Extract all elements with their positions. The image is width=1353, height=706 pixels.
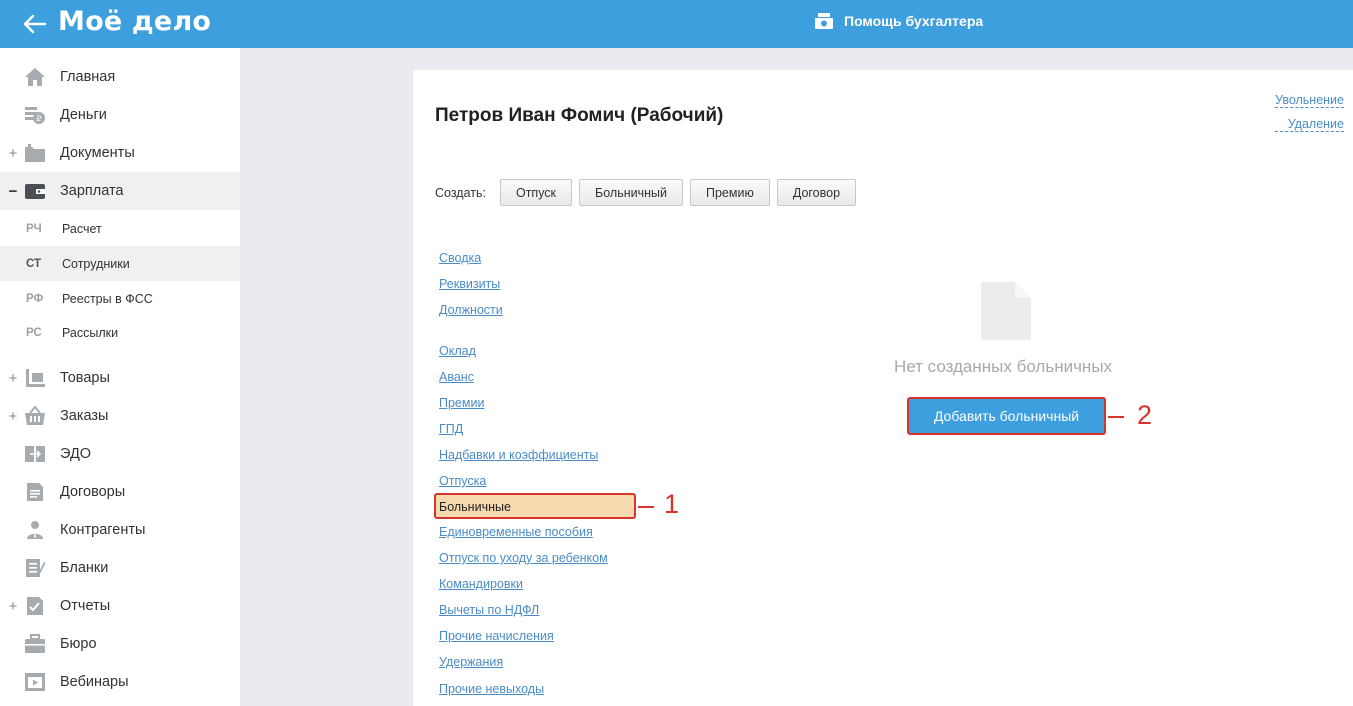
folder-icon (25, 144, 45, 162)
sidebar-item-label: Отчеты (60, 598, 111, 614)
tab-other-absences[interactable]: Прочие невыходы (439, 682, 544, 696)
sidebar-item-label: Заказы (60, 408, 109, 424)
briefcase-icon (25, 634, 45, 653)
expand-toggle[interactable]: + (8, 408, 18, 425)
sidebar-item-blanks[interactable]: Бланки (0, 549, 240, 587)
sidebar-subitem-calc[interactable]: РЧ Расчет (0, 211, 240, 246)
contract-icon (27, 483, 43, 501)
expand-toggle[interactable]: + (8, 145, 18, 162)
create-bonus-button[interactable]: Премию (690, 179, 770, 206)
back-arrow-icon[interactable] (22, 11, 48, 37)
sidebar-subitem-employees[interactable]: СТ Сотрудники (0, 246, 240, 281)
webinar-icon (25, 673, 45, 691)
empty-state-text: Нет созданных больничных (893, 357, 1113, 376)
tab-vacations[interactable]: Отпуска (439, 474, 486, 488)
wallet-icon (25, 184, 45, 199)
sidebar: Главная ₽ Деньги + Документы − Зарплата … (0, 48, 240, 706)
help-label: Помощь бухгалтера (844, 13, 984, 29)
cash-register-icon (815, 13, 833, 29)
create-label: Создать: (435, 185, 486, 200)
subitem-label: Рассылки (62, 325, 119, 340)
collapse-toggle[interactable]: − (8, 183, 18, 200)
sidebar-item-label: Деньги (60, 107, 107, 123)
delete-link[interactable]: Удаление (1275, 117, 1344, 132)
sidebar-item-salary[interactable]: − Зарплата (0, 172, 240, 210)
subitem-label: Реестры в ФСС (62, 291, 153, 306)
sidebar-item-counterparties[interactable]: Контрагенты (0, 511, 240, 549)
tab-gpd[interactable]: ГПД (439, 422, 463, 436)
page-title: Петров Иван Фомич (Рабочий) (435, 105, 724, 126)
forms-icon (26, 559, 46, 577)
create-toolbar: Создать: Отпуск Больничный Премию Догово… (435, 179, 863, 206)
goods-icon (26, 369, 45, 387)
tab-other-accruals[interactable]: Прочие начисления (439, 629, 554, 643)
sidebar-item-webinars[interactable]: Вебинары (0, 663, 240, 701)
add-sick-leave-button[interactable]: Добавить больничный (907, 397, 1106, 435)
subitem-label: Сотрудники (62, 256, 130, 271)
sidebar-subitem-mailings[interactable]: РС Рассылки (0, 315, 240, 350)
sidebar-item-home[interactable]: Главная (0, 58, 240, 96)
employee-actions: Увольнение Удаление (1275, 93, 1344, 141)
sidebar-item-label: Договоры (60, 484, 126, 500)
sidebar-item-label: Главная (60, 69, 116, 85)
top-bar: Моё дело Помощь бухгалтера (0, 0, 1353, 48)
subitem-abbr: СТ (26, 257, 42, 270)
sidebar-item-label: Товары (60, 370, 110, 386)
person-icon (27, 521, 43, 539)
tab-requisites[interactable]: Реквизиты (439, 277, 500, 291)
sidebar-item-reports[interactable]: + Отчеты (0, 587, 240, 625)
app-logo[interactable]: Моё дело (58, 6, 211, 37)
sidebar-item-edo[interactable]: ЭДО (0, 435, 240, 473)
sidebar-subitem-fss-registers[interactable]: РФ Реестры в ФСС (0, 281, 240, 316)
tab-advance[interactable]: Аванс (439, 370, 474, 384)
callout-1-number: 1 (664, 489, 680, 519)
tab-summary[interactable]: Сводка (439, 251, 481, 265)
callout-2-line (1108, 416, 1124, 418)
sidebar-item-label: Бюро (60, 636, 97, 652)
svg-text:₽: ₽ (36, 115, 41, 124)
tab-parental-leave[interactable]: Отпуск по уходу за ребенком (439, 551, 608, 565)
sidebar-item-label: Контрагенты (60, 522, 146, 538)
sidebar-item-money[interactable]: ₽ Деньги (0, 96, 240, 134)
employee-card: Петров Иван Фомич (Рабочий) Увольнение У… (413, 70, 1353, 706)
dismiss-link[interactable]: Увольнение (1275, 93, 1344, 108)
sidebar-item-contracts[interactable]: Договоры (0, 473, 240, 511)
tab-lump-sum-benefits[interactable]: Единовременные пособия (439, 525, 593, 539)
create-contract-button[interactable]: Договор (776, 179, 857, 206)
help-accountant-link[interactable]: Помощь бухгалтера (814, 12, 983, 30)
tab-positions[interactable]: Должности (439, 303, 503, 317)
report-icon (27, 597, 43, 615)
basket-icon (25, 406, 45, 425)
tab-withholdings[interactable]: Удержания (439, 655, 503, 669)
edo-icon (25, 446, 45, 462)
subitem-abbr: РС (26, 326, 42, 339)
sidebar-item-label: Документы (60, 145, 135, 161)
tab-sick-leaves[interactable]: Больничные (439, 500, 511, 514)
sidebar-item-bureau[interactable]: Бюро (0, 625, 240, 663)
subitem-abbr: РЧ (26, 222, 42, 235)
callout-2-number: 2 (1137, 400, 1153, 430)
sidebar-item-documents[interactable]: + Документы (0, 134, 240, 172)
create-sick-leave-button[interactable]: Больничный (579, 179, 683, 206)
sidebar-item-label: Вебинары (60, 674, 129, 690)
tab-allowances[interactable]: Надбавки и коэффициенты (439, 448, 598, 462)
tab-salary[interactable]: Оклад (439, 344, 476, 358)
sidebar-item-label: ЭДО (60, 446, 92, 462)
expand-toggle[interactable]: + (8, 370, 18, 387)
subitem-label: Расчет (62, 221, 102, 236)
callout-1-line (638, 506, 654, 508)
subitem-abbr: РФ (26, 292, 44, 305)
tab-business-trips[interactable]: Командировки (439, 577, 523, 591)
money-icon: ₽ (25, 107, 45, 124)
sidebar-item-goods[interactable]: + Товары (0, 359, 240, 397)
expand-toggle[interactable]: + (8, 598, 18, 615)
tab-tax-deductions[interactable]: Вычеты по НДФЛ (439, 603, 539, 617)
empty-document-icon (981, 282, 1031, 340)
create-vacation-button[interactable]: Отпуск (499, 179, 573, 206)
sidebar-item-label: Бланки (60, 560, 109, 576)
home-icon (25, 68, 45, 86)
sidebar-item-orders[interactable]: + Заказы (0, 397, 240, 435)
tab-bonuses[interactable]: Премии (439, 396, 484, 410)
sidebar-item-label: Зарплата (60, 183, 124, 199)
